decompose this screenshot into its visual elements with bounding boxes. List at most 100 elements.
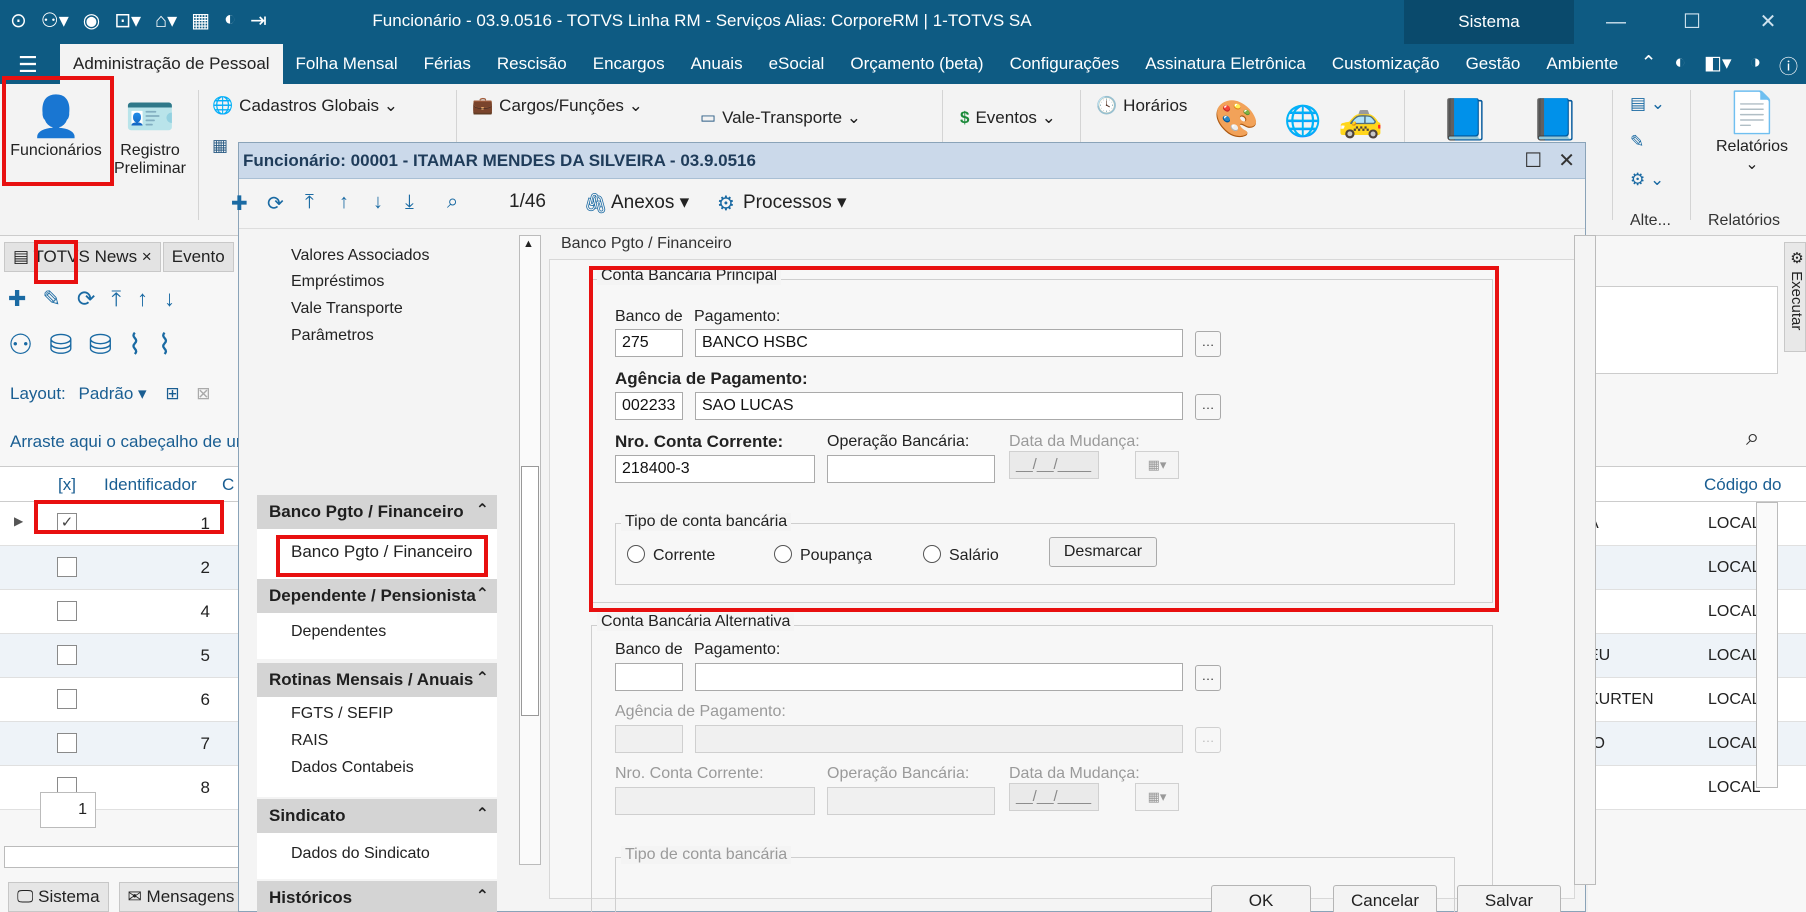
horizontal-scrollbar[interactable] — [4, 846, 240, 868]
menu-tab[interactable]: Ambiente — [1533, 44, 1631, 84]
add-icon[interactable]: ✚ — [231, 191, 248, 216]
next-record-icon[interactable]: ↓ — [373, 191, 383, 214]
previous-record-icon[interactable]: ↑ — [137, 286, 148, 312]
database-icon[interactable]: ⛁ — [49, 328, 72, 361]
processos-menu[interactable]: Processos ▾ — [743, 191, 847, 214]
vale-transporte-button[interactable]: ▭ Vale-Transporte ⌄ — [700, 108, 861, 128]
menu-tab[interactable]: Assinatura Eletrônica — [1132, 44, 1319, 84]
nav-scroll-thumb[interactable] — [521, 466, 539, 716]
alt-calendar-dropdown-icon[interactable]: ▦▾ — [1135, 783, 1179, 811]
nav-group-sindicato[interactable]: Sindicato ⌃ — [257, 799, 497, 833]
tab-totvs-news[interactable]: ▤ TOTVS News × — [4, 242, 161, 272]
registro-preliminar-button[interactable]: 🪪 Registro Preliminar — [112, 92, 188, 178]
row-checkbox[interactable] — [57, 733, 77, 753]
menu-tab[interactable]: Rescisão — [484, 44, 580, 84]
layout-selector[interactable]: Layout: Padrão ▾ ⊞ ⊠ — [10, 384, 211, 404]
table-row[interactable]: 2 — [0, 546, 240, 590]
minimize-icon[interactable]: — — [1578, 0, 1654, 44]
menu-tab[interactable]: Folha Mensal — [283, 44, 411, 84]
nav-parametros[interactable]: Parâmetros — [291, 327, 374, 345]
search-icon[interactable]: ⌕ — [447, 191, 458, 214]
layout-dropdown-icon[interactable]: ◧▾ — [1704, 52, 1732, 79]
alt-agencia-code-input[interactable] — [615, 725, 683, 753]
tab-eventos[interactable]: Evento — [162, 242, 234, 272]
alt-banco-code-input[interactable] — [615, 663, 683, 691]
palette-icon[interactable]: 🎨 — [1214, 98, 1259, 140]
refresh-icon[interactable]: ⟳ — [267, 191, 284, 216]
remove-layout-icon[interactable]: ⊠ — [196, 384, 210, 403]
sistema-tab[interactable]: Sistema — [1404, 0, 1574, 44]
search-icon[interactable]: ⌕ — [1746, 424, 1759, 452]
next-record-icon[interactable]: ↓ — [164, 286, 175, 312]
table-row[interactable]: 7 — [0, 722, 240, 766]
nav-scrollbar[interactable]: ▲ — [519, 235, 541, 865]
settings-dropdown-icon[interactable]: ⚙ ⌄ — [1630, 170, 1664, 190]
row-checkbox[interactable] — [57, 557, 77, 577]
col-identificador[interactable]: Identificador — [104, 475, 197, 495]
nav-group-rotinas[interactable]: Rotinas Mensais / Anuais ⌃ — [257, 663, 497, 697]
executar-side-tab[interactable]: ⚙ Executar — [1784, 242, 1806, 352]
calculator-icon[interactable]: ▦ — [212, 136, 234, 156]
relatorios-button[interactable]: 📄 Relatórios ⌄ — [1700, 88, 1804, 174]
alt-data-input[interactable]: __/__/____ — [1009, 783, 1099, 811]
alt-agencia-lookup-button[interactable]: … — [1195, 727, 1221, 753]
book-icon[interactable]: 📘 — [1440, 96, 1490, 143]
support-icon[interactable]: ◑ — [1750, 52, 1761, 79]
doc-edit-icon[interactable]: ✎ — [1630, 132, 1644, 152]
nav-group-dependente[interactable]: Dependente / Pensionista ⌃ — [257, 579, 497, 613]
alt-conta-input[interactable] — [615, 787, 815, 815]
scroll-up-icon[interactable]: ▲ — [523, 238, 534, 250]
salvar-button[interactable]: Salvar — [1457, 885, 1561, 912]
refresh-icon[interactable]: ⟳ — [77, 286, 95, 312]
previous-record-icon[interactable]: ↑ — [339, 191, 349, 214]
menu-tab[interactable]: Gestão — [1453, 44, 1534, 84]
totvs-globe-icon[interactable]: 🌐 — [1284, 104, 1321, 139]
nav-rais[interactable]: RAIS — [291, 732, 328, 750]
ok-button[interactable]: OK — [1211, 885, 1311, 912]
database-add-icon[interactable]: ⛁ — [89, 328, 112, 361]
alt-agencia-name-input[interactable] — [695, 725, 1183, 753]
menu-tab[interactable]: eSocial — [756, 44, 838, 84]
page-input[interactable]: 1 — [40, 792, 96, 828]
nav-valores-associados[interactable]: Valores Associados — [291, 247, 429, 265]
tab-sistema[interactable]: 🖵 Sistema — [8, 882, 109, 912]
nav-emprestimos[interactable]: Empréstimos — [291, 273, 384, 291]
menu-tab[interactable]: Orçamento (beta) — [837, 44, 996, 84]
table-row[interactable]: 6 — [0, 678, 240, 722]
menu-tab[interactable]: Configurações — [997, 44, 1133, 84]
table-row[interactable]: 4 — [0, 590, 240, 634]
filter-area[interactable] — [1588, 286, 1778, 374]
col-next[interactable]: C — [222, 475, 234, 495]
col-codigo[interactable]: Código do — [1704, 475, 1782, 495]
close-icon[interactable]: ✕ — [1730, 0, 1806, 44]
row-checkbox[interactable] — [57, 645, 77, 665]
menu-tab[interactable]: Encargos — [580, 44, 678, 84]
alt-operacao-input[interactable] — [827, 787, 995, 815]
table-row[interactable]: 8 — [0, 766, 240, 810]
nav-vale-transporte[interactable]: Vale Transporte — [291, 300, 403, 318]
cargos-funcoes-button[interactable]: 💼 Cargos/Funções ⌄ — [472, 96, 643, 116]
alt-banco-name-input[interactable] — [695, 663, 1183, 691]
nav-group-banco[interactable]: Banco Pgto / Financeiro ⌃ — [257, 495, 497, 529]
menu-tab[interactable]: Anuais — [678, 44, 756, 84]
cadastros-globais-button[interactable]: 🌐 Cadastros Globais ⌄ — [212, 96, 398, 116]
taxi-icon[interactable]: 🚕 — [1338, 98, 1383, 140]
first-record-icon[interactable]: ⤒ — [305, 191, 314, 214]
collapse-ribbon-icon[interactable]: ⌃ — [1641, 52, 1657, 79]
paperclip-icon[interactable]: 🖇 — [583, 191, 608, 216]
vertical-scrollbar[interactable] — [1756, 502, 1778, 788]
table-row[interactable]: 5 — [0, 634, 240, 678]
edit-icon[interactable]: ✎ — [42, 286, 60, 312]
nav-group-historicos[interactable]: Históricos ⌃ — [257, 881, 497, 912]
nav-fgts-sefip[interactable]: FGTS / SEFIP — [291, 705, 393, 723]
add-layout-icon[interactable]: ⊞ — [165, 384, 179, 403]
close-icon[interactable]: ✕ — [1558, 148, 1575, 173]
nav-dados-sindicato[interactable]: Dados do Sindicato — [291, 845, 430, 863]
menu-tab[interactable]: Customização — [1319, 44, 1453, 84]
col-select[interactable]: [x] — [58, 475, 76, 495]
maximize-icon[interactable]: ☐ — [1654, 0, 1730, 44]
last-record-icon[interactable]: ⤓ — [405, 191, 414, 214]
info-icon[interactable]: ⓘ — [1779, 52, 1798, 79]
nav-dependentes[interactable]: Dependentes — [291, 623, 386, 641]
tab-mensagens[interactable]: ✉ Mensagens — [118, 882, 244, 912]
